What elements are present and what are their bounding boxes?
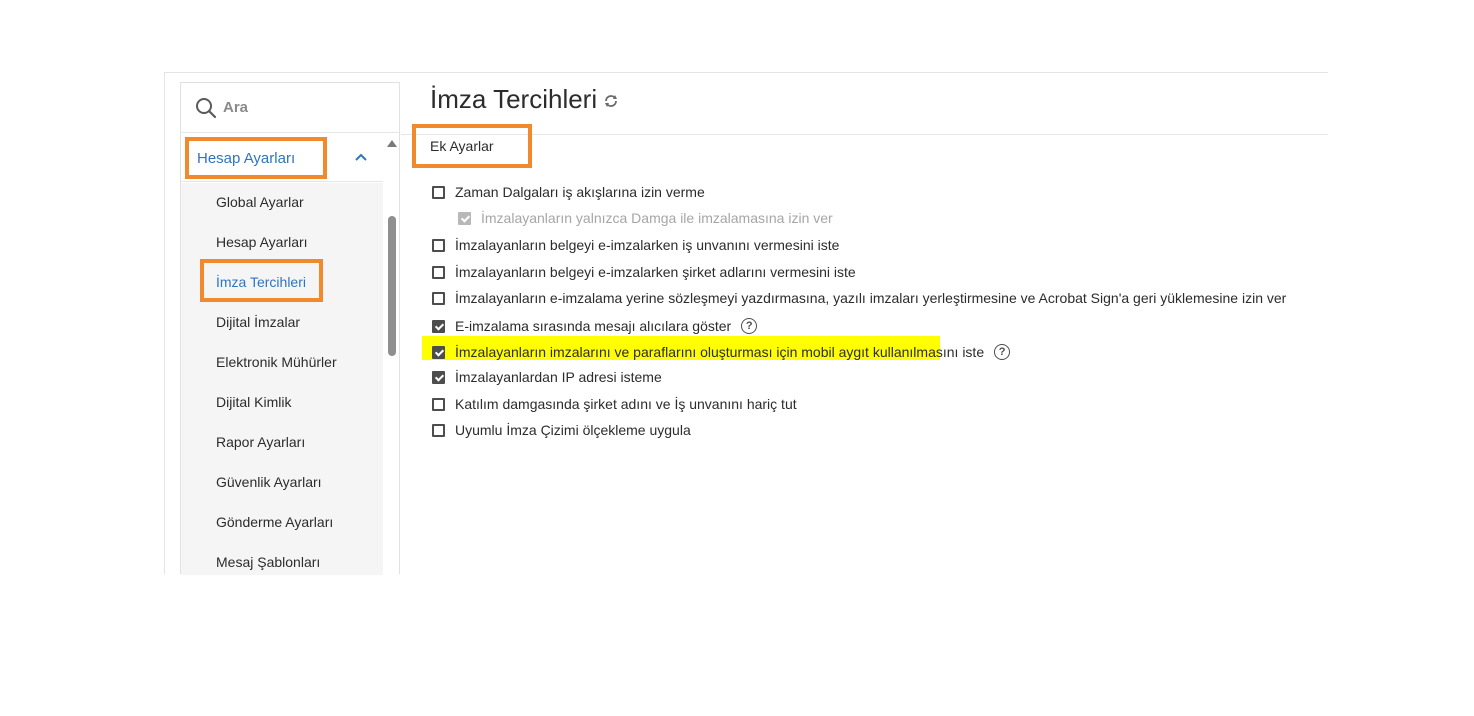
search-icon bbox=[195, 97, 217, 119]
chevron-up-icon[interactable] bbox=[353, 149, 369, 165]
option-label: İmzalayanların belgeyi e-imzalarken iş u… bbox=[455, 237, 840, 253]
checkbox[interactable] bbox=[432, 291, 445, 305]
option-label: İmzalayanların e-imzalama yerine sözleşm… bbox=[455, 290, 1287, 306]
scroll-up-arrow-icon[interactable] bbox=[387, 140, 397, 147]
option-require-job-title[interactable]: İmzalayanların belgeyi e-imzalarken iş u… bbox=[432, 235, 839, 255]
sidebar-item-signature-preferences[interactable]: İmza Tercihleri bbox=[216, 272, 306, 292]
page-title: İmza Tercihleri bbox=[430, 83, 598, 114]
checkbox[interactable] bbox=[432, 238, 445, 252]
scroll-thumb[interactable] bbox=[388, 216, 396, 356]
option-allow-print-and-upload[interactable]: İmzalayanların e-imzalama yerine sözleşm… bbox=[432, 288, 1286, 308]
option-label: İmzalayanlardan IP adresi isteme bbox=[455, 369, 662, 385]
option-label: E-imzalama sırasında mesajı alıcılara gö… bbox=[455, 318, 732, 334]
checkbox-checked[interactable] bbox=[432, 319, 445, 333]
option-label: Katılım damgasında şirket adını ve İş un… bbox=[455, 396, 797, 412]
checkbox-checked[interactable] bbox=[432, 345, 445, 359]
sidebar-item-message-templates[interactable]: Mesaj Şablonları bbox=[216, 552, 320, 572]
option-label: İmzalayanların yalnızca Damga ile imzala… bbox=[481, 210, 833, 226]
help-icon[interactable]: ? bbox=[994, 344, 1011, 360]
option-exclude-company-title[interactable]: Katılım damgasında şirket adını ve İş un… bbox=[432, 394, 797, 414]
search-bar bbox=[181, 83, 399, 133]
checkbox[interactable] bbox=[432, 265, 445, 279]
sidebar-item-account-settings[interactable]: Hesap Ayarları bbox=[216, 232, 308, 252]
option-label: İmzalayanların belgeyi e-imzalarken şirk… bbox=[455, 264, 856, 280]
checkbox[interactable] bbox=[432, 423, 445, 437]
option-mobile-device[interactable]: İmzalayanların imzalarını ve paraflarını… bbox=[432, 342, 1011, 362]
option-signature-scaling[interactable]: Uyumlu İmza Çizimi ölçekleme uygula bbox=[432, 420, 691, 440]
option-label: Uyumlu İmza Çizimi ölçekleme uygula bbox=[455, 422, 691, 438]
title-divider bbox=[401, 134, 1328, 135]
page-title-row: İmza Tercihleri bbox=[430, 82, 619, 116]
sidebar: Hesap Ayarları Global Ayarlar Hesap Ayar… bbox=[180, 82, 400, 575]
group-title: Ek Ayarlar bbox=[412, 124, 532, 168]
section-header-account-settings[interactable]: Hesap Ayarları bbox=[181, 134, 383, 182]
checkbox-disabled bbox=[458, 211, 471, 225]
sidebar-item-digital-signatures[interactable]: Dijital İmzalar bbox=[216, 312, 300, 332]
checkbox-checked[interactable] bbox=[432, 370, 445, 384]
section-header-label: Hesap Ayarları bbox=[185, 137, 327, 179]
refresh-icon[interactable] bbox=[603, 93, 619, 109]
option-require-company-name[interactable]: İmzalayanların belgeyi e-imzalarken şirk… bbox=[432, 262, 856, 282]
option-time-waves[interactable]: Zaman Dalgaları iş akışlarına izin verme bbox=[432, 182, 705, 202]
search-input[interactable] bbox=[223, 99, 393, 116]
option-show-message[interactable]: E-imzalama sırasında mesajı alıcılara gö… bbox=[432, 316, 758, 336]
sidebar-item-security-settings[interactable]: Güvenlik Ayarları bbox=[216, 472, 322, 492]
option-no-ip-address[interactable]: İmzalayanlardan IP adresi isteme bbox=[432, 367, 662, 387]
sidebar-item-report-settings[interactable]: Rapor Ayarları bbox=[216, 432, 305, 452]
option-label: Zaman Dalgaları iş akışlarına izin verme bbox=[455, 184, 705, 200]
sidebar-item-send-settings[interactable]: Gönderme Ayarları bbox=[216, 512, 333, 532]
checkbox[interactable] bbox=[432, 397, 445, 411]
sidebar-item-electronic-seals[interactable]: Elektronik Mühürler bbox=[216, 352, 337, 372]
submenu: Global Ayarlar Hesap Ayarları İmza Terci… bbox=[181, 183, 383, 575]
sidebar-scrollbar[interactable] bbox=[384, 134, 399, 575]
option-stamp-only: İmzalayanların yalnızca Damga ile imzala… bbox=[458, 208, 833, 228]
checkbox[interactable] bbox=[432, 185, 445, 199]
sidebar-item-global-settings[interactable]: Global Ayarlar bbox=[216, 192, 304, 212]
option-label: İmzalayanların imzalarını ve paraflarını… bbox=[455, 344, 985, 360]
sidebar-item-digital-identity[interactable]: Dijital Kimlik bbox=[216, 392, 291, 412]
help-icon[interactable]: ? bbox=[741, 318, 758, 334]
